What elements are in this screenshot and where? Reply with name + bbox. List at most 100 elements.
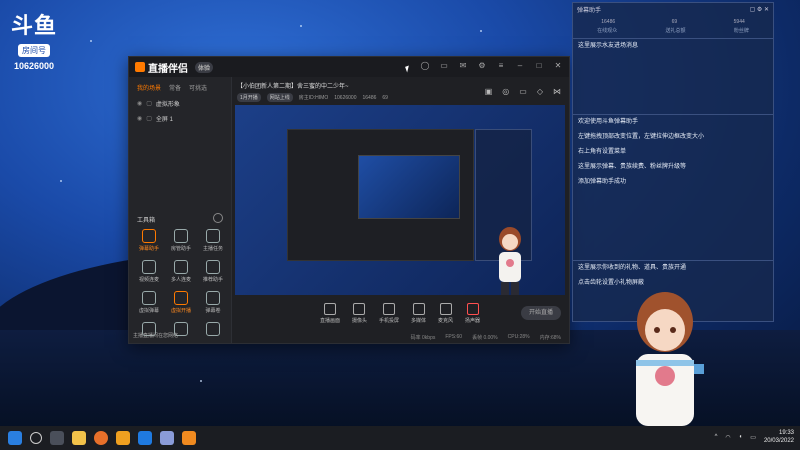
tool-label: 推荐助手 (202, 277, 223, 283)
titlebar[interactable]: 直播伴侣 体验 ◯ ▭ ✉ ⚙ ≡ – □ ✕ (129, 57, 569, 77)
start-live-button[interactable]: 开始直播 (521, 306, 561, 320)
phone-icon (382, 302, 395, 315)
tool-task[interactable]: 主播任务 (197, 229, 229, 252)
star (300, 25, 302, 27)
scene-sidebar: 我的场景 常备 可挑选 ◉ ▢ 虚拟形象 ◉ ▢ 全屏 1 工具箱 弹幕助手 房… (129, 77, 232, 343)
tool-video-link[interactable]: 视频连麦 (133, 260, 165, 283)
mic-button[interactable]: 麦克风 (438, 302, 453, 324)
file-explorer-icon[interactable] (72, 431, 86, 445)
tool-multi-link[interactable]: 多人连麦 (165, 260, 197, 283)
firefox-icon[interactable] (94, 431, 108, 445)
danmaku-assistant-panel: 弹幕助手 ▢ ⚙ ✕ 16486 69 5944 在线观众 送礼总额 粉丝牌 这… (572, 2, 774, 322)
room-icons: ▣ ◎ ▭ ◇ ⋈ (485, 87, 561, 96)
tool-label: 虚拟弹幕 (138, 308, 159, 314)
virtual-danmaku-icon (142, 291, 156, 305)
chat-message: 左键拖拽顶部改变位置，左键拉伸边框改变大小 (578, 134, 705, 140)
lock-icon[interactable]: ▢ (146, 100, 152, 107)
chat-header[interactable]: 弹幕助手 ▢ ⚙ ✕ (573, 3, 773, 15)
tab-selectable[interactable]: 可挑选 (189, 83, 207, 92)
scene-item[interactable]: ◉ ▢ 虚拟形象 (129, 96, 231, 111)
viewer-count: 69 (382, 94, 388, 101)
app-title: 直播伴侣 (148, 63, 188, 75)
status-bar: 码率 0kbps FPS:60 丢帧 0.00% CPU:28% 内存:68% (232, 331, 569, 343)
tool-danmaku[interactable]: 弹幕助手 (133, 229, 165, 252)
task-view-icon[interactable] (50, 431, 64, 445)
gift-icon[interactable]: ▣ (485, 87, 493, 96)
lock-icon[interactable]: ▢ (750, 7, 756, 13)
toolbar-label: 摄像头 (351, 317, 367, 324)
close-icon[interactable]: ✕ (553, 61, 563, 70)
message-icon[interactable]: ✉ (458, 61, 468, 70)
status-bitrate: 码率 0kbps (410, 334, 436, 341)
tag-pill[interactable]: 网站上线 (266, 93, 293, 102)
live-companion-icon[interactable] (182, 431, 196, 445)
avatar[interactable]: ◯ (420, 61, 430, 70)
app-icon[interactable] (160, 431, 174, 445)
clock[interactable]: 19:33 20/03/2022 (764, 429, 794, 445)
settings-icon[interactable]: ⚙ (477, 61, 487, 70)
mic-icon (439, 302, 452, 315)
room-number-tag: 房间号 (18, 44, 50, 57)
scene-item[interactable]: ◉ ▢ 全屏 1 (129, 111, 231, 126)
wifi-icon[interactable]: ◠ (725, 434, 730, 441)
media-source-button[interactable]: 多媒体 (411, 302, 426, 324)
recommend-icon (206, 260, 220, 274)
status-fps: FPS:60 (445, 334, 463, 340)
hot-value: 10626000 (334, 94, 357, 101)
scroll-icon (206, 291, 220, 305)
tool-virtual-danmaku[interactable]: 虚拟弹幕 (133, 291, 165, 314)
bell-icon[interactable]: ◇ (537, 87, 543, 96)
camera-source-button[interactable]: 摄像头 (351, 302, 367, 324)
tab-my-scenes[interactable]: 我的场景 (137, 83, 161, 92)
app-logo-icon (135, 62, 145, 72)
search-icon[interactable] (30, 432, 42, 444)
battery-icon[interactable]: ▭ (750, 434, 756, 441)
speaker-button[interactable]: 扬声器 (465, 302, 481, 324)
gear-icon[interactable]: ⚙ (757, 7, 762, 13)
gift-note: 点击齿轮设置小礼物屏蔽 (578, 280, 645, 286)
chat-message: 右上角有设置菜单 (578, 149, 627, 155)
danmaku-icon (142, 229, 156, 243)
tool-virtual-live[interactable]: 虚拟开播 (165, 291, 197, 314)
phone-source-button[interactable]: 手机投屏 (379, 302, 399, 324)
tool-manager[interactable]: 房管助手 (165, 229, 197, 252)
start-icon[interactable] (8, 431, 22, 445)
kook-icon[interactable] (138, 431, 152, 445)
eye-icon[interactable]: ◉ (137, 100, 142, 107)
main-area: 【小伯团新人第二期】舍三蜜的中二少年~ 1月开播 网站上线 房主ID:HIMO … (232, 77, 569, 343)
category-pill[interactable]: 1月开播 (237, 93, 261, 102)
tool-recommend[interactable]: 推荐助手 (197, 260, 229, 283)
menu-icon[interactable]: ≡ (496, 61, 506, 70)
share-icon[interactable]: ⋈ (553, 87, 561, 96)
chat-message: 添加弹幕助手成功 (578, 179, 627, 185)
version-badge: 体验 (195, 61, 214, 73)
share-screen-icon[interactable]: ▭ (519, 87, 527, 96)
sidebar-footer: 主播直播间在您网络 (133, 333, 179, 339)
record-icon[interactable]: ◎ (502, 87, 509, 96)
star (90, 40, 92, 42)
room-title[interactable]: 【小伯团新人第二期】舍三蜜的中二少年~ (237, 81, 349, 90)
douyu-app-icon[interactable] (116, 431, 130, 445)
close-icon[interactable]: ✕ (764, 7, 769, 13)
welcome-placeholder: 这里展示水友进场消息 (578, 43, 639, 49)
source-toolbar: 直播画面 摄像头 手机投屏 多媒体 麦克风 扬声器 (235, 299, 565, 327)
speaker-icon (466, 302, 479, 315)
maximize-icon[interactable]: □ (534, 61, 544, 70)
lock-icon[interactable]: ▢ (146, 115, 152, 122)
tab-common[interactable]: 常备 (169, 83, 181, 92)
toolbox-settings-icon[interactable] (213, 213, 223, 223)
chat-message-section: 欢迎使用斗鱼弹幕助手 左键拖拽顶部改变位置，左键拉伸边框改变大小 右上角有设置菜… (573, 114, 773, 190)
stream-preview[interactable] (235, 105, 565, 295)
toolbox-grid: 弹幕助手 房管助手 主播任务 视频连麦 多人连麦 推荐助手 虚拟弹幕 虚拟开播 … (133, 229, 229, 338)
online-count: 16486 (601, 19, 616, 25)
screen-source-button[interactable]: 直播画面 (320, 302, 340, 324)
eye-icon[interactable]: ◉ (137, 115, 142, 122)
douyu-room-badge: 斗鱼 房间号 10626000 (10, 8, 58, 71)
minimize-icon[interactable]: – (515, 61, 525, 70)
skin-icon[interactable]: ▭ (439, 61, 449, 70)
speaker-icon[interactable]: ◖ (739, 434, 743, 440)
tool-scroll[interactable]: 弹幕卷 (197, 291, 229, 314)
toolbar-label: 扬声器 (465, 317, 481, 324)
tool-more[interactable] (197, 322, 229, 338)
chevron-up-icon[interactable]: ^ (715, 434, 718, 440)
